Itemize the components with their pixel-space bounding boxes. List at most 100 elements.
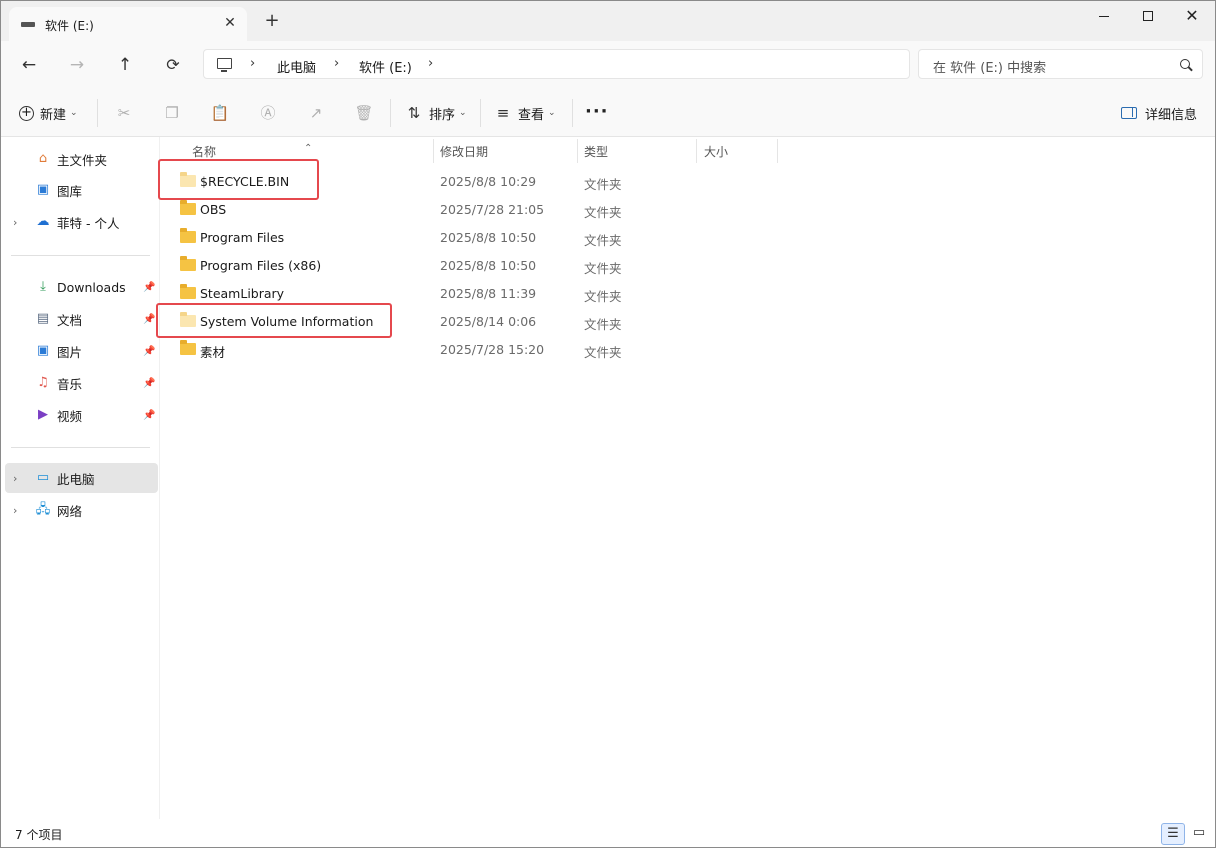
sidebar-item-label: Downloads bbox=[57, 279, 126, 295]
table-row[interactable]: Program Files 2025/8/8 10:50 文件夹 bbox=[161, 224, 1215, 252]
up-button[interactable]: ↑ bbox=[111, 51, 139, 79]
address-bar[interactable]: › 此电脑 › 软件 (E:) › bbox=[203, 49, 910, 79]
folder-icon bbox=[180, 200, 196, 215]
sidebar-item-music[interactable]: ♫ 音乐 📌 bbox=[5, 368, 158, 398]
breadcrumb-chevron-icon[interactable]: › bbox=[250, 56, 255, 71]
table-row[interactable]: Program Files (x86) 2025/8/8 10:50 文件夹 bbox=[161, 252, 1215, 280]
sort-button[interactable]: ⇅ 排序 ⌄ bbox=[405, 99, 467, 127]
tab-drive-e[interactable]: 软件 (E:) ✕ bbox=[9, 7, 247, 41]
pane-splitter[interactable] bbox=[159, 137, 160, 819]
expand-chevron-icon[interactable]: › bbox=[13, 504, 17, 517]
large-icons-view-button[interactable]: ▭ bbox=[1187, 823, 1211, 845]
new-button[interactable]: + 新建 ⌄ bbox=[19, 99, 78, 127]
toolbar-divider bbox=[97, 99, 98, 127]
table-row[interactable]: $RECYCLE.BIN 2025/8/8 10:29 文件夹 bbox=[161, 168, 1215, 196]
sort-icon: ⇅ bbox=[407, 104, 421, 122]
share-icon[interactable]: ↗ bbox=[304, 101, 328, 125]
column-header-type[interactable]: 类型 bbox=[578, 137, 696, 163]
pin-icon[interactable]: 📌 bbox=[143, 314, 155, 325]
folder-icon bbox=[180, 228, 196, 243]
more-options-button[interactable]: ··· bbox=[585, 101, 609, 122]
expand-chevron-icon[interactable]: › bbox=[13, 472, 17, 485]
file-modified: 2025/7/28 21:05 bbox=[440, 202, 545, 217]
sidebar-item-onedrive[interactable]: › ☁ 菲特 - 个人 bbox=[5, 207, 158, 237]
search-box[interactable]: 在 软件 (E:) 中搜索 bbox=[918, 49, 1203, 79]
forward-button[interactable]: → bbox=[63, 51, 91, 79]
view-label: 查看 bbox=[518, 107, 545, 123]
sidebar-divider bbox=[11, 255, 150, 256]
file-type: 文件夹 bbox=[584, 261, 622, 276]
chevron-down-icon: ⌄ bbox=[548, 108, 556, 118]
highlight-box bbox=[156, 303, 392, 338]
download-icon: ⤓ bbox=[40, 279, 46, 294]
rename-icon[interactable]: Ⓐ bbox=[256, 101, 280, 125]
file-name: Program Files bbox=[200, 230, 285, 245]
view-button[interactable]: ≡ 查看 ⌄ bbox=[494, 99, 556, 127]
copy-icon[interactable]: ❐ bbox=[160, 101, 184, 125]
tab-close-icon[interactable]: ✕ bbox=[221, 14, 239, 32]
sidebar-item-home[interactable]: ⌂ 主文件夹 bbox=[5, 144, 158, 174]
pin-icon[interactable]: 📌 bbox=[143, 410, 155, 421]
file-modified: 2025/8/8 10:50 bbox=[440, 258, 537, 273]
table-row[interactable]: OBS 2025/7/28 21:05 文件夹 bbox=[161, 196, 1215, 224]
column-divider[interactable] bbox=[777, 139, 778, 163]
toolbar-divider bbox=[572, 99, 573, 127]
column-header-label: 类型 bbox=[584, 145, 609, 159]
file-modified: 2025/8/8 11:39 bbox=[440, 286, 537, 301]
navigation-pane: ⌂ 主文件夹 ▣ 图库 › ☁ 菲特 - 个人 ⤓ Downloads 📌 ▤ … bbox=[1, 137, 159, 819]
sidebar-item-label: 网络 bbox=[57, 503, 83, 519]
details-pane-button[interactable]: 详细信息 bbox=[1121, 99, 1197, 127]
toolbar-divider bbox=[480, 99, 481, 127]
breadcrumb-chevron-icon[interactable]: › bbox=[334, 56, 339, 71]
gallery-icon: ▣ bbox=[36, 182, 50, 197]
refresh-button[interactable]: ⟳ bbox=[159, 51, 187, 79]
details-pane-icon bbox=[1121, 107, 1137, 119]
back-button[interactable]: ← bbox=[15, 51, 43, 79]
sidebar-item-label: 视频 bbox=[57, 408, 83, 424]
sort-label: 排序 bbox=[429, 107, 456, 123]
sidebar-divider bbox=[11, 447, 150, 448]
table-row[interactable]: 素材 2025/7/28 15:20 文件夹 bbox=[161, 336, 1215, 364]
file-modified: 2025/8/8 10:29 bbox=[440, 174, 537, 189]
column-header-modified[interactable]: 修改日期 bbox=[434, 137, 577, 163]
breadcrumb-this-pc[interactable]: 此电脑 bbox=[277, 57, 316, 76]
delete-icon[interactable]: 🗑 bbox=[352, 101, 376, 125]
column-header-label: 修改日期 bbox=[440, 145, 489, 159]
file-list: ⌃ 名称 修改日期 类型 大小 $RECYCLE.BIN 2025/8/8 10… bbox=[156, 137, 1215, 819]
chevron-down-icon: ⌄ bbox=[70, 108, 78, 118]
breadcrumb-drive-e[interactable]: 软件 (E:) bbox=[359, 57, 412, 76]
sidebar-item-pictures[interactable]: ▣ 图片 📌 bbox=[5, 336, 158, 366]
sidebar-item-gallery[interactable]: ▣ 图库 bbox=[5, 175, 158, 205]
sidebar-item-videos[interactable]: ▶ 视频 📌 bbox=[5, 400, 158, 430]
chevron-down-icon: ⌄ bbox=[459, 108, 467, 118]
new-icon: + bbox=[19, 105, 34, 121]
computer-icon[interactable] bbox=[217, 58, 232, 72]
sidebar-item-network[interactable]: › 🖧 网络 bbox=[5, 495, 158, 525]
pictures-icon: ▣ bbox=[36, 343, 50, 358]
search-input[interactable]: 在 软件 (E:) 中搜索 bbox=[933, 57, 1046, 76]
file-explorer-window: 软件 (E:) ✕ + ✕ ← → ↑ ⟳ › 此电脑 › 软件 (E:) › … bbox=[0, 0, 1216, 848]
minimize-button[interactable] bbox=[1081, 1, 1127, 33]
pin-icon[interactable]: 📌 bbox=[143, 378, 155, 389]
sidebar-item-documents[interactable]: ▤ 文档 📌 bbox=[5, 304, 158, 334]
breadcrumb-chevron-icon[interactable]: › bbox=[428, 56, 433, 71]
expand-chevron-icon[interactable]: › bbox=[13, 216, 17, 229]
pin-icon[interactable]: 📌 bbox=[143, 346, 155, 357]
command-bar: + 新建 ⌄ ✂ ❐ 📋 Ⓐ ↗ 🗑 ⇅ 排序 ⌄ ≡ 查看 ⌄ ··· 详细信… bbox=[1, 89, 1215, 137]
details-view-button[interactable]: ☰ bbox=[1161, 823, 1185, 845]
maximize-button[interactable] bbox=[1125, 1, 1171, 33]
document-icon: ▤ bbox=[36, 311, 50, 326]
file-name: OBS bbox=[200, 202, 227, 217]
column-header-size[interactable]: 大小 bbox=[697, 137, 777, 163]
file-modified: 2025/7/28 15:20 bbox=[440, 342, 545, 357]
music-icon: ♫ bbox=[37, 375, 49, 390]
paste-icon[interactable]: 📋 bbox=[208, 101, 232, 125]
new-tab-button[interactable]: + bbox=[263, 12, 281, 31]
cut-icon[interactable]: ✂ bbox=[112, 101, 136, 125]
title-bar: 软件 (E:) ✕ + ✕ bbox=[1, 1, 1215, 41]
close-window-button[interactable]: ✕ bbox=[1169, 1, 1215, 33]
pin-icon[interactable]: 📌 bbox=[143, 282, 155, 293]
sidebar-item-this-pc[interactable]: › ▭ 此电脑 bbox=[5, 463, 158, 493]
sidebar-item-downloads[interactable]: ⤓ Downloads 📌 bbox=[5, 272, 158, 302]
sidebar-item-label: 主文件夹 bbox=[57, 152, 108, 168]
